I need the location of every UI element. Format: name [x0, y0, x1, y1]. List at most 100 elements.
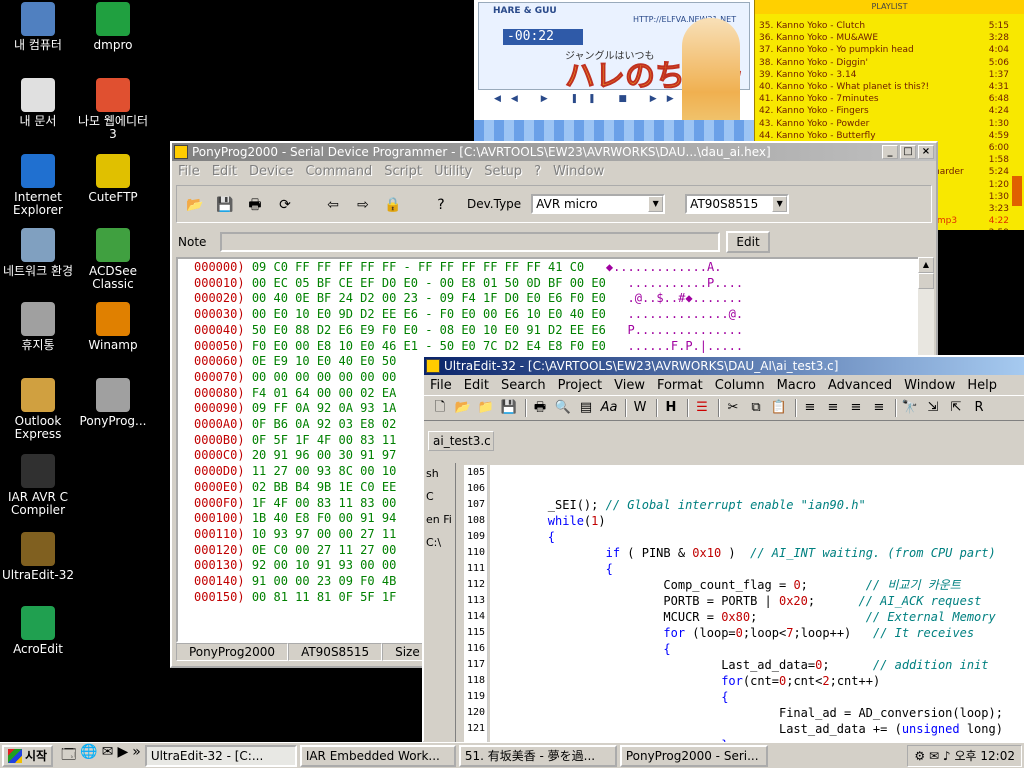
- close-button[interactable]: ×: [918, 145, 934, 159]
- new-file-icon[interactable]: 🗋: [430, 398, 450, 418]
- task-button[interactable]: IAR Embedded Work...: [299, 744, 456, 767]
- save-icon[interactable]: 💾: [213, 192, 237, 216]
- more-icon[interactable]: »: [132, 744, 141, 768]
- menu-file[interactable]: File: [424, 378, 458, 393]
- winamp-time-display[interactable]: -00:22: [503, 29, 583, 45]
- file-tree-item[interactable]: en Fi: [426, 513, 455, 526]
- help-icon[interactable]: ?: [429, 192, 453, 216]
- replace-icon[interactable]: R: [969, 398, 989, 418]
- tab-ai-test3[interactable]: ai_test3.c: [428, 431, 494, 451]
- desktop-icon-acdsee[interactable]: ACDSee Classic: [75, 228, 151, 291]
- desktop-icon-ponyprog[interactable]: PonyProg...: [75, 378, 151, 428]
- align-center-icon[interactable]: ≡: [823, 398, 843, 418]
- hex-row[interactable]: 000050) F0 E0 00 E8 10 E0 46 E1 - 50 E0 …: [194, 339, 918, 355]
- minimize-button[interactable]: _: [882, 145, 898, 159]
- hex-row[interactable]: 000020) 00 40 0E BF 24 D2 00 23 - 09 F4 …: [194, 291, 918, 307]
- winamp-controls[interactable]: ◀◀ ▶ ❚❚ ■ ▶▶: [494, 94, 684, 104]
- desktop-icon-winamp[interactable]: Winamp: [75, 302, 151, 352]
- print-icon[interactable]: 🖶: [530, 398, 550, 418]
- justify-icon[interactable]: ≡: [869, 398, 889, 418]
- read-device-icon[interactable]: ⇦: [321, 192, 345, 216]
- internet-explorer-icon[interactable]: 🌐: [80, 744, 97, 768]
- hex-row[interactable]: 000000) 09 C0 FF FF FF FF FF - FF FF FF …: [194, 260, 918, 276]
- playlist-scrollbar[interactable]: [1012, 176, 1022, 206]
- menu-command[interactable]: Command: [299, 164, 378, 179]
- desktop-icon-internet-explorer[interactable]: Internet Explorer: [0, 154, 76, 217]
- ponyprog-titlebar[interactable]: PonyProg2000 - Serial Device Programmer …: [172, 143, 936, 161]
- file-icon[interactable]: ▤: [576, 398, 596, 418]
- find-prev-icon[interactable]: ⇱: [946, 398, 966, 418]
- menu-window[interactable]: Window: [547, 164, 610, 179]
- hex-mode-icon[interactable]: H: [661, 398, 681, 418]
- maximize-button[interactable]: □: [900, 145, 916, 159]
- edit-note-button[interactable]: Edit: [726, 231, 770, 253]
- note-field[interactable]: [220, 232, 721, 252]
- file-tree-item[interactable]: sh: [426, 467, 455, 480]
- desktop-icon-my-documents[interactable]: 내 문서: [0, 78, 76, 128]
- ultraedit-titlebar[interactable]: UltraEdit-32 - [C:\AVRTOOLS\EW23\AVRWORK…: [424, 357, 1024, 375]
- hex-row[interactable]: 000010) 00 EC 05 BF CE EF D0 E0 - 00 E8 …: [194, 276, 918, 292]
- playlist-item[interactable]: 35. Kanno Yoko - Clutch 5:15: [759, 20, 1009, 32]
- menu-macro[interactable]: Macro: [771, 378, 822, 393]
- device-select[interactable]: AT90S8515 ▼: [685, 194, 790, 214]
- menu-[interactable]: ?: [528, 164, 547, 179]
- menu-help[interactable]: Help: [961, 378, 1003, 393]
- task-button[interactable]: 51. 有坂美香 - 夢を過...: [458, 744, 617, 767]
- menu-script[interactable]: Script: [378, 164, 428, 179]
- desktop-icon-dmpro[interactable]: dmpro: [75, 2, 151, 52]
- save-icon[interactable]: 💾: [499, 398, 519, 418]
- playlist-item[interactable]: 39. Kanno Yoko - 3.14 1:37: [759, 69, 1009, 81]
- file-tree-panel[interactable]: sh Cen Fi C:\: [426, 463, 456, 745]
- menu-file[interactable]: File: [172, 164, 206, 179]
- ponyprog-menubar[interactable]: File Edit Device Command Script Utility Setup?…: [172, 161, 936, 181]
- lock-icon[interactable]: 🔒: [381, 192, 405, 216]
- scroll-thumb[interactable]: [918, 273, 934, 289]
- font-icon[interactable]: Aa: [599, 398, 619, 418]
- desktop-icon-my-computer[interactable]: 내 컴퓨터: [0, 2, 76, 52]
- copy-icon[interactable]: ⧉: [746, 398, 766, 418]
- menu-view[interactable]: View: [608, 378, 651, 393]
- open-icon[interactable]: 📂: [183, 192, 207, 216]
- menu-advanced[interactable]: Advanced: [822, 378, 898, 393]
- code-editor[interactable]: _SEI(); // Global interrupt enable "ian9…: [490, 465, 1024, 745]
- winamp-player[interactable]: HARE & GUU -00:22 HTTP://ELFVA.NEW21.NET…: [474, 0, 754, 148]
- print-icon[interactable]: 🖶: [243, 192, 267, 216]
- playlist-item[interactable]: 40. Kanno Yoko - What planet is this?! 4:…: [759, 81, 1009, 93]
- file-tree-item[interactable]: C: [426, 490, 455, 503]
- chevron-down-icon[interactable]: ▼: [772, 196, 788, 212]
- cut-icon[interactable]: ✂: [723, 398, 743, 418]
- open-icon[interactable]: 📂: [453, 398, 473, 418]
- menu-window[interactable]: Window: [898, 378, 961, 393]
- menu-format[interactable]: Format: [651, 378, 709, 393]
- menu-edit[interactable]: Edit: [206, 164, 243, 179]
- menu-column[interactable]: Column: [709, 378, 771, 393]
- tray-icons[interactable]: ⚙ ✉ ♪: [914, 749, 950, 763]
- menu-search[interactable]: Search: [495, 378, 552, 393]
- desktop-icon-cuteftp[interactable]: CuteFTP: [75, 154, 151, 204]
- menu-device[interactable]: Device: [243, 164, 299, 179]
- desktop-icon[interactable]: 🗔: [61, 744, 76, 768]
- devtype-select[interactable]: AVR micro ▼: [531, 194, 666, 214]
- hex-row[interactable]: 000030) 00 E0 10 E0 9D D2 EE E6 - F0 E0 …: [194, 307, 918, 323]
- desktop-icon-network[interactable]: 네트워크 환경: [0, 228, 76, 278]
- playlist-item[interactable]: 41. Kanno Yoko - 7minutes 6:48: [759, 93, 1009, 105]
- outlook-icon[interactable]: ✉: [102, 744, 114, 768]
- paste-icon[interactable]: 📋: [769, 398, 789, 418]
- desktop-icon-acroedit[interactable]: AcroEdit: [0, 606, 76, 656]
- playlist-item[interactable]: 43. Kanno Yoko - Powder 1:30: [759, 118, 1009, 130]
- list-icon[interactable]: ☰: [692, 398, 712, 418]
- clock[interactable]: 오후 12:02: [955, 747, 1015, 764]
- media-player-icon[interactable]: ▶: [117, 744, 128, 768]
- open-folder-icon[interactable]: 📁: [476, 398, 496, 418]
- ultraedit-window[interactable]: UltraEdit-32 - [C:\AVRTOOLS\EW23\AVRWORK…: [422, 355, 1024, 745]
- desktop-icon-iar-compiler[interactable]: IAR AVR C Compiler: [0, 454, 76, 517]
- playlist-item[interactable]: 42. Kanno Yoko - Fingers 4:24: [759, 105, 1009, 117]
- start-button[interactable]: 시작: [2, 744, 54, 767]
- task-button[interactable]: UltraEdit-32 - [C:...: [144, 744, 297, 767]
- task-button[interactable]: PonyProg2000 - Seri...: [619, 744, 768, 767]
- playlist-item[interactable]: 37. Kanno Yoko - Yo pumpkin head 4:04: [759, 44, 1009, 56]
- menu-edit[interactable]: Edit: [458, 378, 495, 393]
- desktop-icon-ultraedit[interactable]: UltraEdit-32: [0, 532, 76, 582]
- desktop-icon-outlook-express[interactable]: Outlook Express: [0, 378, 76, 441]
- menu-project[interactable]: Project: [552, 378, 608, 393]
